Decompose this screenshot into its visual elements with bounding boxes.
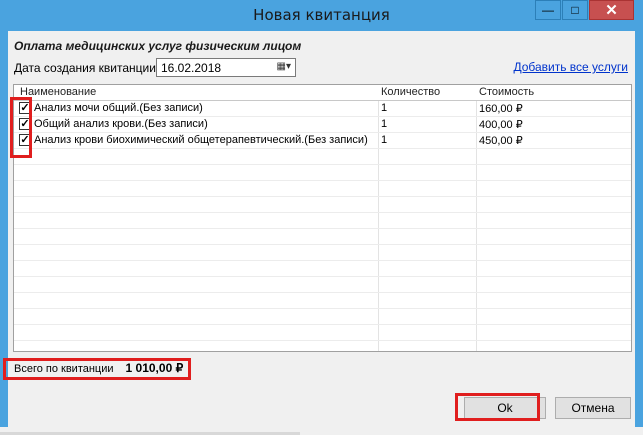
empty-row: [14, 277, 631, 293]
service-price: 450,00 ₽: [479, 135, 523, 147]
service-qty: 1: [381, 118, 388, 130]
empty-row: [14, 293, 631, 309]
empty-row: [14, 229, 631, 245]
close-icon: ✕: [605, 2, 618, 19]
date-label: Дата создания квитанции: [14, 61, 156, 75]
service-name: Анализ мочи общий.(Без записи): [34, 102, 203, 114]
service-qty: 1: [381, 134, 388, 146]
table-row[interactable]: ✓ Общий анализ крови.(Без записи) 1 400,…: [14, 117, 631, 133]
services-grid[interactable]: Наименование Количество Стоимость ✓ Анал…: [13, 84, 632, 352]
empty-row: [14, 325, 631, 341]
cancel-button[interactable]: Отмена: [555, 397, 631, 419]
empty-row: [14, 309, 631, 325]
col-header-qty[interactable]: Количество: [381, 86, 440, 98]
service-name: Общий анализ крови.(Без записи): [34, 118, 208, 130]
highlight-checkboxes: [10, 97, 32, 158]
empty-row: [14, 181, 631, 197]
table-row[interactable]: ✓ Анализ мочи общий.(Без записи) 1 160,0…: [14, 101, 631, 117]
empty-row: [14, 245, 631, 261]
minimize-icon: —: [542, 3, 554, 17]
service-qty: 1: [381, 102, 388, 114]
calendar-icon[interactable]: ▦▾: [269, 61, 291, 74]
service-name: Анализ крови биохимический общетерапевти…: [34, 134, 368, 146]
col-header-price[interactable]: Стоимость: [479, 86, 534, 98]
empty-row: [14, 197, 631, 213]
minimize-button[interactable]: —: [535, 0, 561, 20]
dialog-window: Новая квитанция — □ ✕ Оплата медицинских…: [0, 0, 643, 435]
maximize-icon: □: [571, 3, 579, 17]
window-bottom-border: [0, 427, 643, 435]
table-row[interactable]: ✓ Анализ крови биохимический общетерапев…: [14, 133, 631, 149]
empty-row: [14, 149, 631, 165]
date-picker[interactable]: 16.02.2018 ▦▾: [156, 58, 296, 77]
maximize-button[interactable]: □: [562, 0, 588, 20]
form-header: Оплата медицинских услуг физическим лицо…: [14, 39, 302, 53]
empty-row: [14, 165, 631, 181]
grid-header: Наименование Количество Стоимость: [14, 85, 631, 101]
highlight-total: [3, 358, 191, 380]
add-all-services-link[interactable]: Добавить все услуги: [513, 60, 628, 74]
empty-row: [14, 213, 631, 229]
date-value: 16.02.2018: [161, 61, 222, 75]
close-button[interactable]: ✕: [589, 0, 634, 20]
service-price: 400,00 ₽: [479, 119, 523, 131]
service-price: 160,00 ₽: [479, 103, 523, 115]
title-bar[interactable]: Новая квитанция — □ ✕: [0, 0, 643, 30]
highlight-ok-button: [455, 393, 540, 421]
empty-row: [14, 261, 631, 277]
